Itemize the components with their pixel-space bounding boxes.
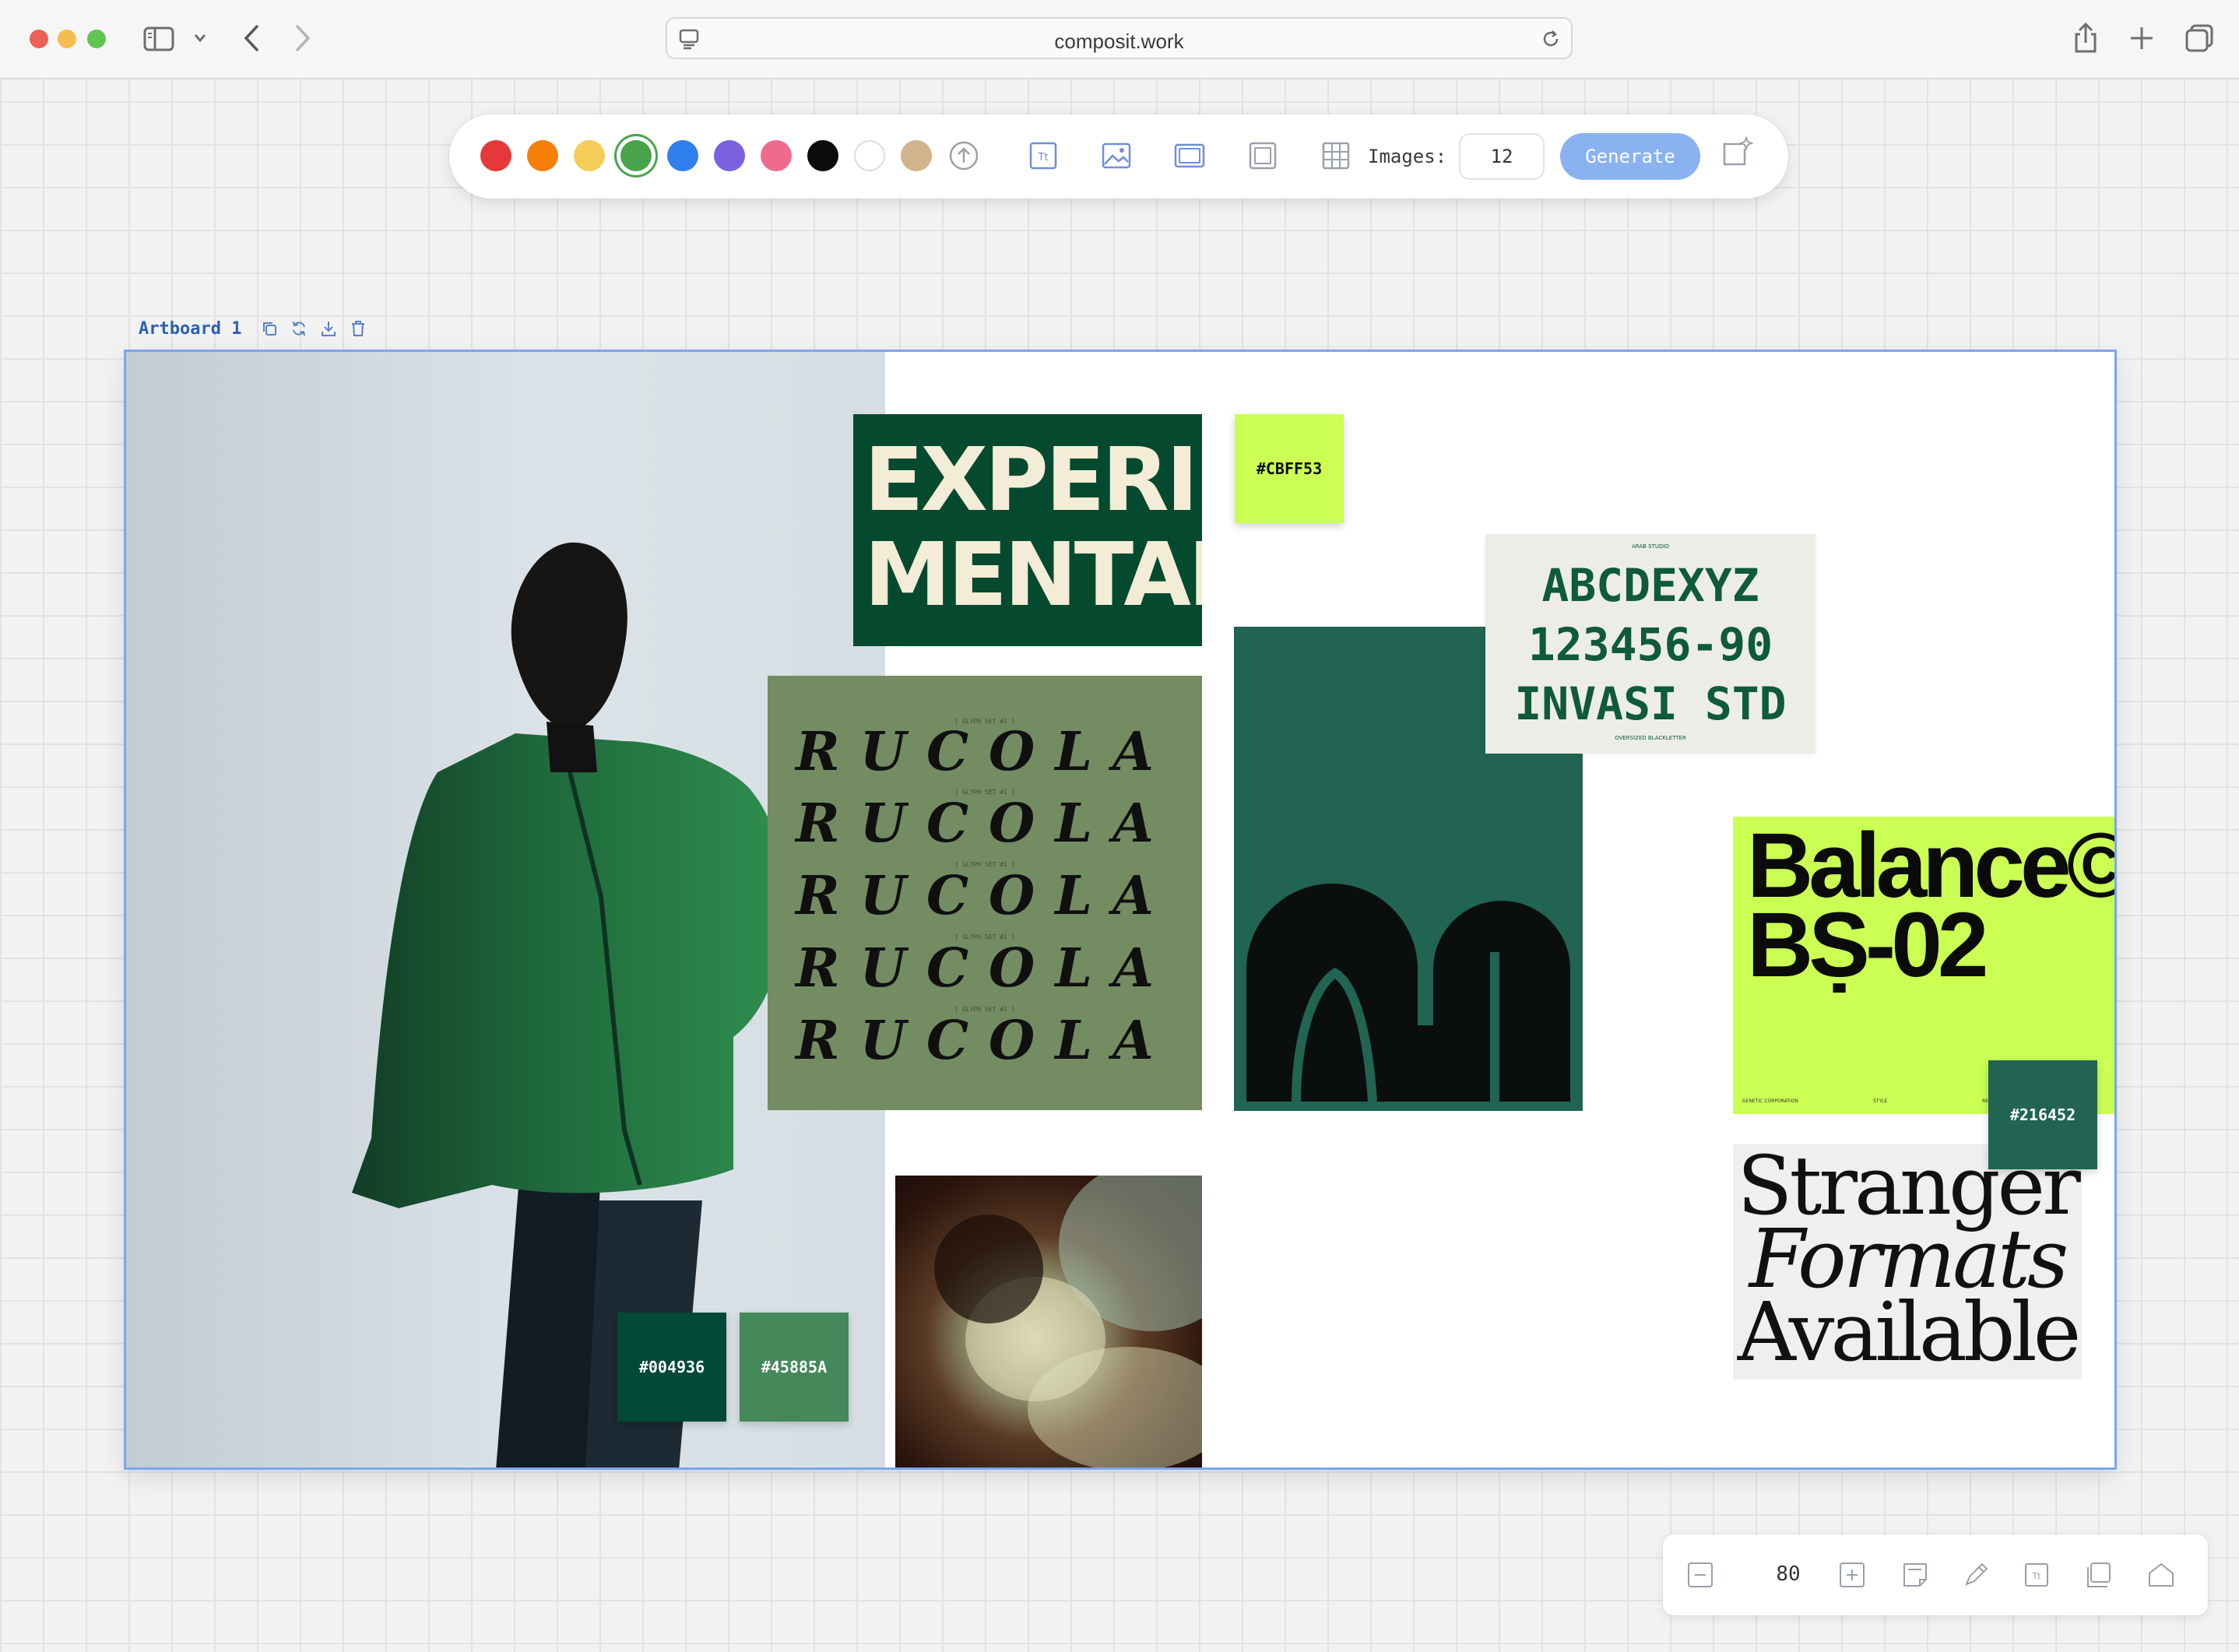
rucola-row: RUCOLA xyxy=(796,793,1174,855)
balance-line2: BṢ-02 xyxy=(1747,894,1988,996)
tab-overview-icon[interactable] xyxy=(2185,23,2214,53)
invasi-type-card[interactable]: ARAB STUDIO ABCDEXYZ 123456-90 INVASI ST… xyxy=(1485,534,1815,754)
rucola-row: RUCOLA xyxy=(796,865,1174,927)
color-swatch-purple[interactable] xyxy=(714,140,745,171)
rucola-row: RUCOLA xyxy=(796,937,1174,1000)
frame-tool-icon[interactable] xyxy=(2083,1559,2114,1590)
color-swatch-yellow[interactable] xyxy=(574,140,605,171)
landscape-frame-icon[interactable] xyxy=(1172,138,1207,174)
balance-foot-2: STYLE xyxy=(1873,1098,1888,1104)
rucola-row: RUCOLA xyxy=(796,1010,1174,1072)
invasi-footer: OVERSIZED BLACKLETTER xyxy=(1615,735,1686,741)
invasi-line3: INVASI STD xyxy=(1514,677,1787,730)
text-tool-icon[interactable]: Tt xyxy=(2021,1559,2052,1590)
browser-toolbar: composit.work xyxy=(0,0,2239,79)
zoom-in-icon[interactable] xyxy=(1837,1559,1868,1590)
images-count-label: Images: xyxy=(1368,146,1447,167)
zoom-window-button[interactable] xyxy=(87,30,106,48)
add-image-icon[interactable] xyxy=(1098,138,1134,174)
artboard-canvas[interactable]: EXPERI MENTAL [ GLYPH SET #1 ] RUCOLA [ … xyxy=(124,350,2117,1470)
upload-color-icon[interactable] xyxy=(947,139,980,172)
address-bar[interactable]: composit.work xyxy=(666,17,1573,59)
generation-toolbar: Tt Images: Generate xyxy=(449,114,1788,199)
close-window-button[interactable] xyxy=(30,30,48,48)
invasi-studio-label: ARAB STUDIO xyxy=(1632,543,1669,550)
color-chip-cbff53[interactable]: #CBFF53 xyxy=(1235,414,1344,523)
invasi-line2: 123456-90 xyxy=(1527,618,1773,671)
experimental-line2: MENTAL xyxy=(864,525,1202,626)
new-tab-icon[interactable] xyxy=(2128,25,2155,51)
rucola-row: RUCOLA xyxy=(796,721,1174,783)
color-swatch-orange[interactable] xyxy=(527,140,558,171)
zoom-level: 80 xyxy=(1776,1562,1801,1586)
minimize-window-button[interactable] xyxy=(58,30,76,48)
refresh-icon[interactable] xyxy=(290,319,308,338)
rucola-type-card[interactable]: [ GLYPH SET #1 ] RUCOLA [ GLYPH SET #1 ]… xyxy=(768,676,1202,1110)
color-chip-45885a[interactable]: #45885A xyxy=(740,1313,849,1422)
add-text-icon[interactable]: Tt xyxy=(1025,138,1061,174)
color-swatch-pink[interactable] xyxy=(761,140,792,171)
color-swatch-black[interactable] xyxy=(807,140,838,171)
color-swatch-white[interactable] xyxy=(854,140,885,171)
svg-text:Tt: Tt xyxy=(1037,152,1048,163)
stranger-line3: Available xyxy=(1737,1285,2082,1380)
stranger-formats-card[interactable]: Stranger Formats Available xyxy=(1733,1144,2082,1380)
blurred-portrait-photo[interactable] xyxy=(895,1176,1202,1467)
zoom-out-icon[interactable] xyxy=(1685,1559,1716,1590)
images-count-input[interactable] xyxy=(1459,133,1545,180)
duplicate-icon[interactable] xyxy=(260,319,279,338)
svg-text:Tt: Tt xyxy=(2031,1571,2041,1581)
trash-icon[interactable] xyxy=(349,319,367,338)
forward-arrow-icon[interactable] xyxy=(293,23,313,53)
url-text: composit.work xyxy=(1054,30,1184,53)
invasi-line1: ABCDEXYZ xyxy=(1541,559,1759,612)
share-icon[interactable] xyxy=(2072,22,2099,54)
sidebar-toggle-icon[interactable] xyxy=(143,26,174,51)
grid-layout-icon[interactable] xyxy=(1318,138,1354,174)
color-chip-004936[interactable]: #004936 xyxy=(617,1313,726,1422)
experimental-type-card[interactable]: EXPERI MENTAL xyxy=(853,414,1202,646)
reload-icon[interactable] xyxy=(1540,28,1562,50)
download-icon[interactable] xyxy=(319,319,338,338)
color-swatch-green[interactable] xyxy=(620,140,652,171)
shape-tool-icon[interactable] xyxy=(2146,1559,2177,1590)
sticky-note-icon[interactable] xyxy=(1900,1559,1931,1590)
back-arrow-icon[interactable] xyxy=(241,23,262,53)
color-swatch-blue[interactable] xyxy=(667,140,698,171)
color-swatch-tan[interactable] xyxy=(901,140,932,171)
chevron-down-icon[interactable] xyxy=(193,33,207,44)
color-swatch-red[interactable] xyxy=(480,140,511,171)
balance-foot-1: GENETIC CORPORATION xyxy=(1742,1098,1798,1104)
portrait-image xyxy=(934,1176,1202,1467)
generate-button[interactable]: Generate xyxy=(1560,133,1700,180)
square-frame-icon[interactable] xyxy=(1245,138,1281,174)
pen-icon[interactable] xyxy=(1960,1559,1991,1590)
artboard-title[interactable]: Artboard 1 xyxy=(139,319,241,339)
experimental-line1: EXPERI xyxy=(864,430,1198,531)
magic-frame-icon[interactable] xyxy=(1718,135,1754,170)
canvas-controls-bar: 80 Tt xyxy=(1663,1534,2208,1615)
color-chip-216452[interactable]: #216452 xyxy=(1988,1060,2097,1169)
